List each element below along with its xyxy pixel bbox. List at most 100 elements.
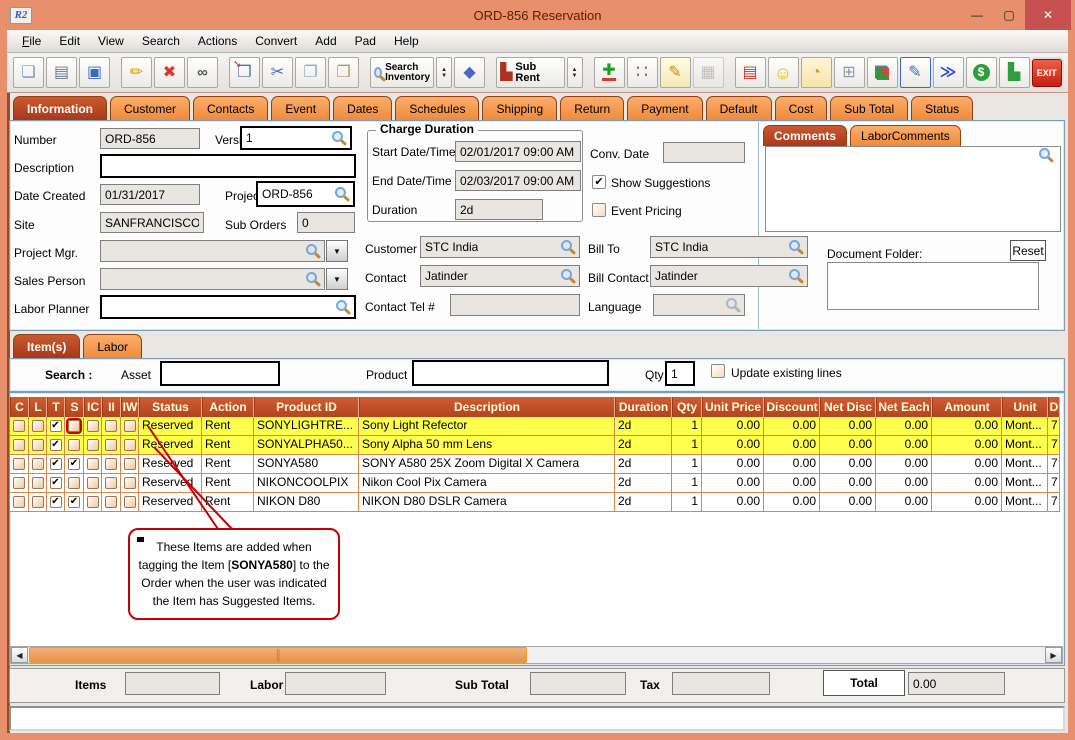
comments-lookup-icon[interactable] <box>1039 148 1050 159</box>
row-checkbox-ic[interactable] <box>87 439 99 451</box>
column-header-net-each[interactable]: Net Each <box>876 397 932 417</box>
notes-edit-icon[interactable]: ✎ <box>900 57 931 88</box>
date-created-field[interactable]: 01/31/2017 <box>100 184 200 205</box>
row-checkbox-l[interactable] <box>32 477 44 489</box>
table-row[interactable]: ✔✔ReservedRentNIKON D80NIKON D80 DSLR Ca… <box>10 493 1060 512</box>
menu-file[interactable]: File <box>13 30 50 53</box>
column-header-status[interactable]: Status <box>139 397 202 417</box>
item-3d-icon[interactable]: ◆ <box>454 57 485 88</box>
delete-icon[interactable]: ✖ <box>154 57 185 88</box>
column-header-amount[interactable]: Amount <box>932 397 1002 417</box>
org-chart-icon[interactable]: ▤ <box>735 57 766 88</box>
table-row[interactable]: ✔ReservedRentSONYLIGHTRE...Sony Light Re… <box>10 417 1060 436</box>
row-checkbox-l[interactable] <box>32 420 44 432</box>
row-checkbox-s[interactable]: ✔ <box>68 458 80 470</box>
table-row[interactable]: ✔ReservedRentNIKONCOOLPIXNikon Cool Pix … <box>10 474 1060 493</box>
column-header-unit[interactable]: Unit <box>1002 397 1048 417</box>
tab-dates[interactable]: Dates <box>333 96 392 120</box>
row-checkbox-iw[interactable] <box>124 439 136 451</box>
column-header-s[interactable]: S <box>65 397 84 417</box>
tab-item-s[interactable]: Item(s) <box>13 334 80 358</box>
menu-help[interactable]: Help <box>385 30 428 53</box>
menu-search[interactable]: Search <box>133 30 189 53</box>
bill-contact-lookup-icon[interactable] <box>789 269 800 280</box>
scroll-right-arrow[interactable]: ▶ <box>1045 647 1062 663</box>
row-checkbox-ii[interactable] <box>105 420 117 432</box>
project-mgr-dropdown[interactable]: ▼ <box>326 240 348 262</box>
customer-lookup-icon[interactable] <box>561 240 572 251</box>
update-existing-lines-checkbox[interactable] <box>711 364 725 378</box>
tab-contacts[interactable]: Contacts <box>193 96 268 120</box>
column-header-t[interactable]: T <box>47 397 65 417</box>
row-checkbox-ic[interactable] <box>87 458 99 470</box>
scroll-track[interactable]: ║ <box>28 647 1045 663</box>
comments-textarea[interactable] <box>765 146 1061 232</box>
smiley-icon[interactable]: ☺ <box>768 57 799 88</box>
bill-contact-field[interactable]: Jatinder <box>650 265 808 287</box>
row-checkbox-ic[interactable] <box>87 496 99 508</box>
asset-input[interactable] <box>160 361 280 386</box>
row-checkbox-t[interactable]: ✔ <box>50 477 62 489</box>
menu-actions[interactable]: Actions <box>189 30 246 53</box>
project-mgr-field[interactable] <box>100 240 325 262</box>
cut-icon[interactable]: ✂ <box>262 57 293 88</box>
column-header-d[interactable]: D <box>1048 397 1060 417</box>
project-lookup-icon[interactable] <box>335 187 346 198</box>
row-checkbox-t[interactable]: ✔ <box>50 458 62 470</box>
add-item-icon[interactable]: ✚ <box>594 57 625 88</box>
column-header-c[interactable]: C <box>10 397 29 417</box>
scroll-left-arrow[interactable]: ◀ <box>11 647 28 663</box>
copy-icon[interactable]: ❐ <box>295 57 326 88</box>
horizontal-scrollbar[interactable]: ◀ ║ ▶ <box>10 646 1063 664</box>
row-checkbox-c[interactable] <box>13 496 25 508</box>
save-icon[interactable]: ▣ <box>79 57 110 88</box>
row-checkbox-s[interactable] <box>68 439 80 451</box>
column-header-net-disc[interactable]: Net Disc <box>820 397 876 417</box>
tab-cost[interactable]: Cost <box>775 96 828 120</box>
row-checkbox-iw[interactable] <box>124 477 136 489</box>
sub-rent-button[interactable]: ▙Sub Rent <box>496 57 564 88</box>
sales-person-field[interactable] <box>100 268 325 290</box>
contact-field[interactable]: Jatinder <box>420 265 580 287</box>
conv-date-field[interactable] <box>663 142 745 163</box>
column-header-unit-price[interactable]: Unit Price <box>702 397 764 417</box>
document-folder-box[interactable] <box>827 262 1039 310</box>
column-header-product-id[interactable]: Product ID <box>254 397 359 417</box>
start-date-field[interactable]: 02/01/2017 09:00 AM <box>455 141 581 162</box>
row-checkbox-ii[interactable] <box>105 439 117 451</box>
column-header-ii[interactable]: II <box>102 397 121 417</box>
labor-planner-lookup-icon[interactable] <box>336 300 347 311</box>
tab-comments[interactable]: Comments <box>763 125 847 146</box>
sub-orders-field[interactable]: 0 <box>297 212 355 233</box>
product-input[interactable] <box>412 360 609 386</box>
tab-labor[interactable]: Labor <box>83 334 142 358</box>
sales-person-lookup-icon[interactable] <box>306 272 317 283</box>
column-header-discount[interactable]: Discount <box>764 397 820 417</box>
row-checkbox-s[interactable]: ✔ <box>68 496 80 508</box>
table-row[interactable]: ✔ReservedRentSONYALPHA50...Sony Alpha 50… <box>10 436 1060 455</box>
edit-pencil-icon[interactable]: ✏ <box>121 57 152 88</box>
tab-schedules[interactable]: Schedules <box>395 96 479 120</box>
spinner-buttons[interactable]: ▲ ▼ <box>436 57 452 88</box>
column-header-l[interactable]: L <box>29 397 47 417</box>
print-icon[interactable]: ▤ <box>46 57 77 88</box>
tab-sub-total[interactable]: Sub Total <box>830 96 908 120</box>
folder-time-icon[interactable]: ◔ <box>801 57 832 88</box>
row-checkbox-iw[interactable] <box>124 458 136 470</box>
row-checkbox-ii[interactable] <box>105 458 117 470</box>
column-header-duration[interactable]: Duration <box>615 397 672 417</box>
site-field[interactable]: SANFRANCISCO <box>100 212 204 233</box>
row-checkbox-ic[interactable] <box>87 477 99 489</box>
row-checkbox-s[interactable] <box>68 477 80 489</box>
keyboard-icon[interactable]: ⊞ <box>834 57 865 88</box>
end-date-field[interactable]: 02/03/2017 09:00 AM <box>455 170 581 191</box>
dollar-note-icon[interactable]: $ <box>966 57 997 88</box>
spinner-buttons-2[interactable]: ▲ ▼ <box>567 57 583 88</box>
row-checkbox-t[interactable]: ✔ <box>50 420 62 432</box>
project-field[interactable]: ORD-856 <box>256 181 355 207</box>
menu-convert[interactable]: Convert <box>246 30 306 53</box>
contact-lookup-icon[interactable] <box>561 269 572 280</box>
tab-status[interactable]: Status <box>911 96 973 120</box>
contact-tel-field[interactable] <box>450 294 580 316</box>
reset-button[interactable]: Reset <box>1010 240 1046 261</box>
